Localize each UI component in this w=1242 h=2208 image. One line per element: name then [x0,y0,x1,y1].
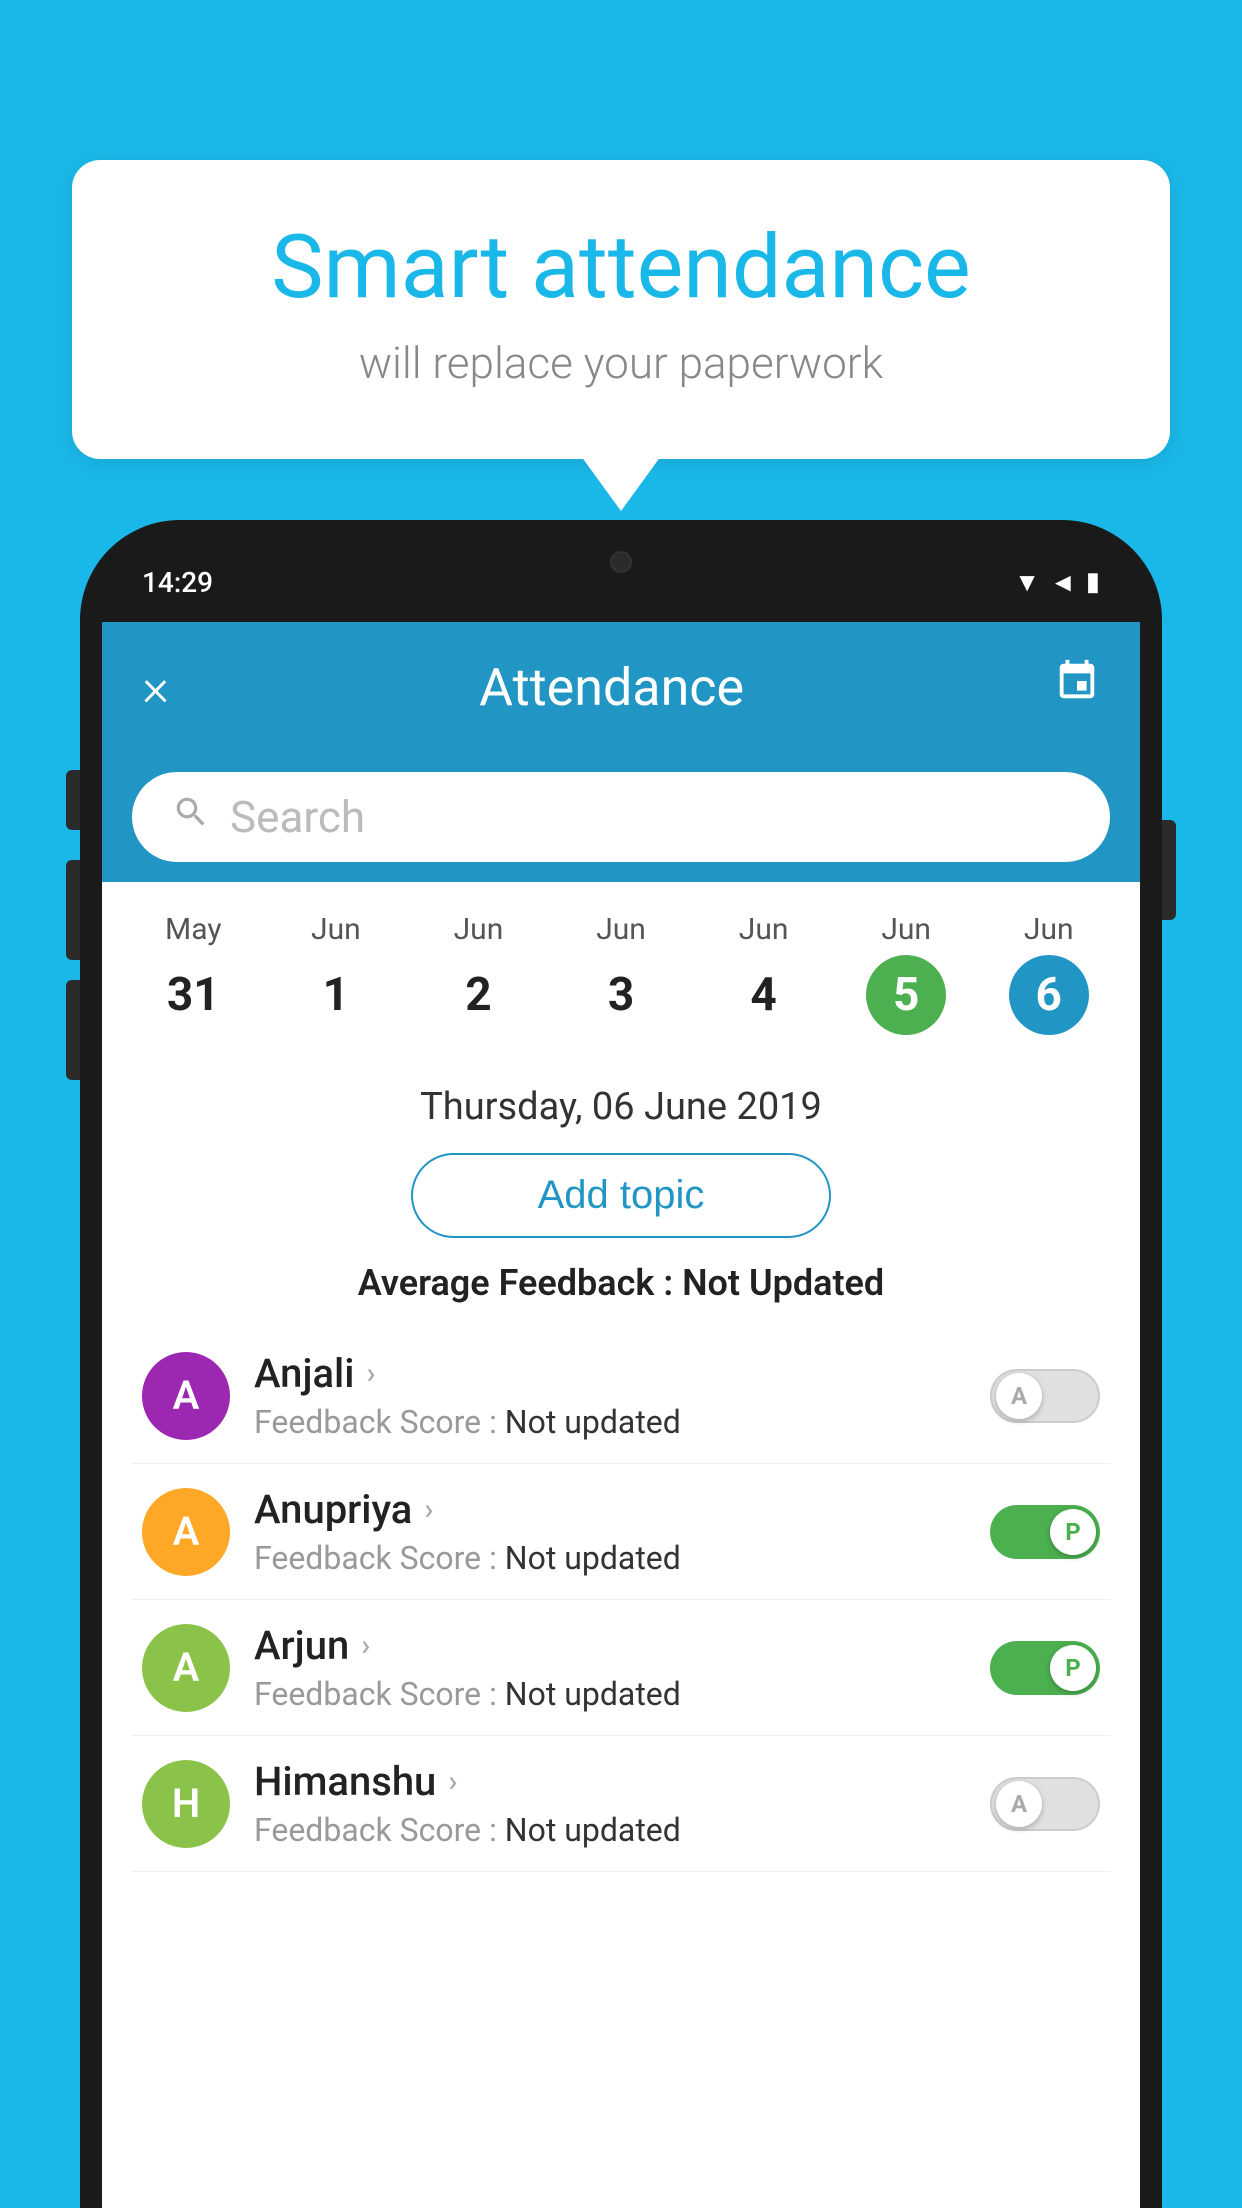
student-info-2: Arjun › Feedback Score : Not updated [254,1622,966,1713]
power-button [1162,820,1176,920]
cal-num-3: 3 [581,955,661,1035]
phone-notch [561,542,681,582]
bubble-subtitle: will replace your paperwork [152,337,1090,389]
app-title: Attendance [199,657,1024,718]
student-feedback-0: Feedback Score : Not updated [254,1403,966,1441]
calendar-day-jun4[interactable]: Jun 4 [692,902,835,1045]
search-bar[interactable]: Search [132,772,1110,862]
calendar-strip: May 31 Jun 1 Jun 2 Jun 3 Jun 4 Jun 5 [102,882,1140,1045]
student-item-3[interactable]: H Himanshu › Feedback Score : Not update… [132,1736,1110,1872]
student-info-3: Himanshu › Feedback Score : Not updated [254,1758,966,1849]
search-icon [172,793,210,841]
cal-month-2: Jun [407,912,550,947]
student-info-1: Anupriya › Feedback Score : Not updated [254,1486,966,1577]
student-item-1[interactable]: A Anupriya › Feedback Score : Not update… [132,1464,1110,1600]
status-icons: ▼ ◄ ▮ [1014,567,1100,598]
selected-date: Thursday, 06 June 2019 [132,1085,1110,1129]
add-topic-button[interactable]: Add topic [411,1153,831,1238]
attendance-toggle-0[interactable]: A [990,1369,1100,1423]
calendar-day-jun5[interactable]: Jun 5 [835,902,978,1045]
signal-icon: ◄ [1050,567,1076,598]
silent-button [66,980,80,1080]
student-item-2[interactable]: A Arjun › Feedback Score : Not updated P [132,1600,1110,1736]
student-name-3: Himanshu › [254,1758,966,1805]
attendance-toggle-3[interactable]: A [990,1777,1100,1831]
volume-down-button [66,860,80,960]
student-avatar-2: A [142,1624,230,1712]
cal-num-6: 6 [1009,955,1089,1035]
toggle-knob-3: A [996,1781,1042,1827]
cal-month-1: Jun [265,912,408,947]
cal-num-4: 4 [724,955,804,1035]
toggle-knob-2: P [1050,1645,1096,1691]
attendance-toggle-1[interactable]: P [990,1505,1100,1559]
phone-frame: 14:29 ▼ ◄ ▮ × Attendance [80,520,1162,2208]
status-time: 14:29 [142,566,213,599]
cal-month-5: Jun [835,912,978,947]
avg-feedback: Average Feedback : Not Updated [132,1262,1110,1304]
camera [610,551,632,573]
cal-num-2: 2 [438,955,518,1035]
student-info-0: Anjali › Feedback Score : Not updated [254,1350,966,1441]
toggle-knob-1: P [1050,1509,1096,1555]
student-avatar-1: A [142,1488,230,1576]
calendar-icon[interactable] [1054,658,1100,716]
speech-bubble-container: Smart attendance will replace your paper… [72,160,1170,459]
close-button[interactable]: × [142,657,169,718]
battery-icon: ▮ [1086,567,1100,597]
calendar-day-jun3[interactable]: Jun 3 [550,902,693,1045]
attendance-toggle-2[interactable]: P [990,1641,1100,1695]
cal-num-1: 1 [296,955,376,1035]
student-avatar-0: A [142,1352,230,1440]
calendar-day-may31[interactable]: May 31 [122,902,265,1045]
status-bar: 14:29 ▼ ◄ ▮ [102,542,1140,622]
wifi-icon: ▼ [1014,567,1040,598]
cal-num-0: 31 [153,955,233,1035]
calendar-day-jun1[interactable]: Jun 1 [265,902,408,1045]
student-avatar-3: H [142,1760,230,1848]
avg-feedback-value: Not Updated [682,1262,884,1304]
cal-month-3: Jun [550,912,693,947]
student-feedback-1: Feedback Score : Not updated [254,1539,966,1577]
phone-screen: × Attendance Search May [102,622,1140,2208]
bubble-title: Smart attendance [152,220,1090,317]
student-feedback-3: Feedback Score : Not updated [254,1811,966,1849]
student-feedback-2: Feedback Score : Not updated [254,1675,966,1713]
calendar-day-jun2[interactable]: Jun 2 [407,902,550,1045]
student-name-1: Anupriya › [254,1486,966,1533]
student-item-0[interactable]: A Anjali › Feedback Score : Not updated … [132,1328,1110,1464]
cal-month-0: May [122,912,265,947]
chevron-icon-2: › [361,1628,370,1663]
app-header: × Attendance [102,622,1140,752]
search-container: Search [102,752,1140,882]
volume-up-button [66,770,80,830]
speech-bubble: Smart attendance will replace your paper… [72,160,1170,459]
chevron-icon-1: › [424,1492,433,1527]
cal-num-5: 5 [866,955,946,1035]
avg-feedback-label: Average Feedback : [358,1262,673,1304]
student-list: A Anjali › Feedback Score : Not updated … [132,1328,1110,1872]
chevron-icon-3: › [448,1764,457,1799]
student-name-0: Anjali › [254,1350,966,1397]
student-name-2: Arjun › [254,1622,966,1669]
cal-month-4: Jun [692,912,835,947]
search-placeholder: Search [230,791,365,843]
content-area: Thursday, 06 June 2019 Add topic Average… [102,1045,1140,1892]
cal-month-6: Jun [977,912,1120,947]
calendar-day-jun6[interactable]: Jun 6 [977,902,1120,1045]
chevron-icon-0: › [366,1356,375,1391]
toggle-knob-0: A [996,1373,1042,1419]
